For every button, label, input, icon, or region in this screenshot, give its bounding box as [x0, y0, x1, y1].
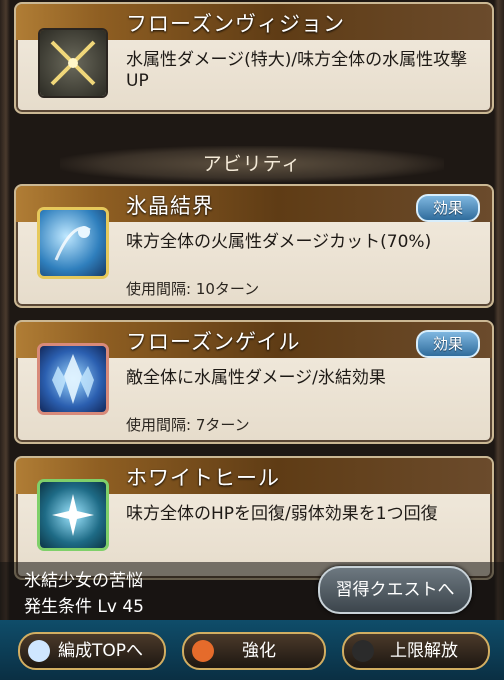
party-top-button[interactable]: 編成TOPへ	[18, 632, 166, 670]
learn-quest-button[interactable]: 習得クエストへ	[318, 566, 472, 614]
ice-barrier-icon	[40, 210, 106, 276]
nav-label: 上限解放	[390, 641, 458, 661]
limit-break-button[interactable]: 上限解放	[342, 632, 490, 670]
support-skill-card: フローズンヴィジョン 水属性ダメージ(特大)/味方全体の水属性攻撃UP	[14, 2, 494, 114]
upgrade-arrow-icon	[192, 640, 214, 662]
ability-title: 氷晶結界	[126, 194, 214, 218]
quest-condition: 発生条件 Lv 45	[24, 597, 144, 617]
effect-badge-button[interactable]: 効果	[416, 330, 480, 358]
nav-label: 強化	[242, 641, 276, 661]
ability-title: ホワイトヒール	[126, 466, 280, 490]
ability-desc: 敵全体に水属性ダメージ/氷結効果	[126, 368, 386, 388]
support-skill-desc: 水属性ダメージ(特大)/味方全体の水属性攻撃UP	[126, 50, 468, 91]
quest-name: 氷結少女の苦悩	[24, 571, 143, 591]
ability-section-header: アビリティ	[60, 146, 444, 182]
bottom-nav: 編成TOPへ 強化 上限解放	[0, 620, 504, 680]
ability-card[interactable]: フローズンゲイル 効果 敵全体に水属性ダメージ/氷結効果 使用間隔: 7ターン	[14, 320, 494, 444]
quest-overlay: 氷結少女の苦悩 発生条件 Lv 45 習得クエストへ	[0, 562, 504, 620]
stars-icon	[352, 640, 374, 662]
ability-title: フローズンゲイル	[126, 330, 301, 354]
ability-card[interactable]: 氷晶結界 効果 味方全体の火属性ダメージカット(70%) 使用間隔: 10ターン	[14, 184, 494, 308]
heal-sparkle-icon	[40, 482, 106, 548]
party-icon	[28, 640, 50, 662]
crossed-swords-icon	[40, 30, 106, 96]
support-skill-title: フローズンヴィジョン	[126, 12, 345, 36]
ability-cooldown: 使用間隔: 10ターン	[126, 280, 260, 298]
ability-desc: 味方全体のHPを回復/弱体効果を1つ回復	[126, 504, 438, 524]
ability-section-label: アビリティ	[202, 153, 302, 175]
effect-badge-button[interactable]: 効果	[416, 194, 480, 222]
upgrade-button[interactable]: 強化	[182, 632, 326, 670]
ability-cooldown: 使用間隔: 7ターン	[126, 416, 250, 434]
ability-desc: 味方全体の火属性ダメージカット(70%)	[126, 232, 432, 252]
ice-crystal-icon	[40, 346, 106, 412]
nav-label: 編成TOPへ	[58, 641, 144, 661]
